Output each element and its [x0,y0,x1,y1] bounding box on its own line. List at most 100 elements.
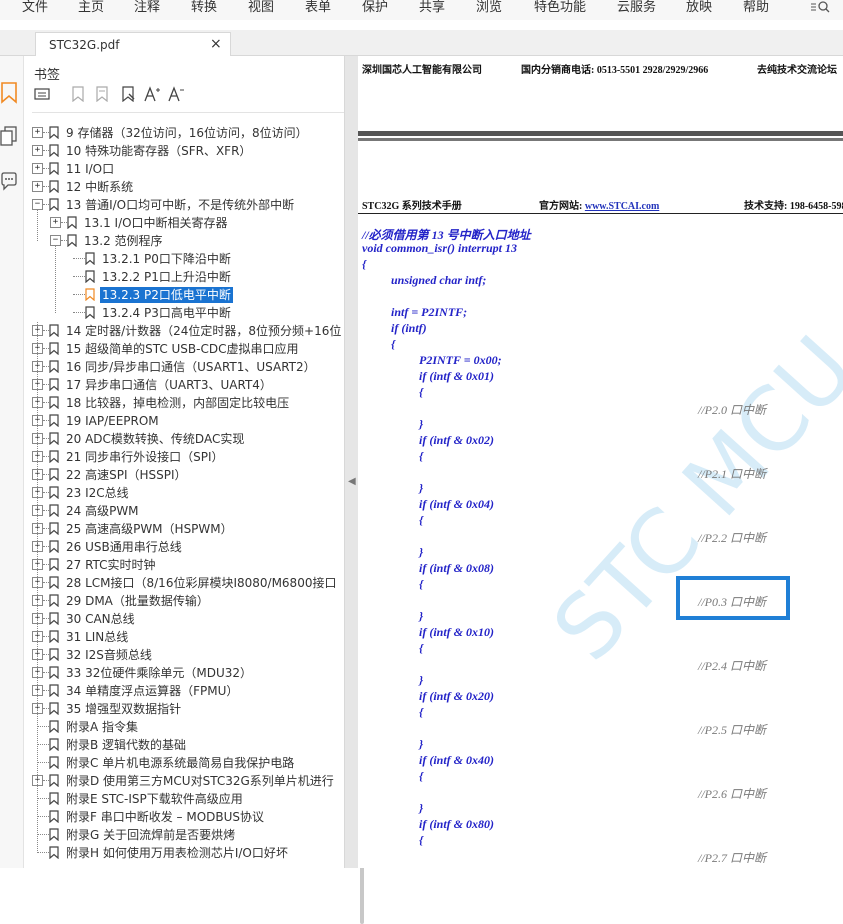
comments-panel-icon[interactable] [0,172,18,196]
bookmark-label: 27 RTC实时时钟 [66,558,156,572]
code-line: { [419,577,424,591]
menu-share[interactable]: 共享 [419,0,445,16]
menu-help[interactable]: 帮助 [743,0,769,16]
bookmark-toolbar [32,86,332,108]
bookmark-item[interactable]: +15 超级简单的STC USB-CDC虚拟串口应用 [24,340,344,358]
menu-browse[interactable]: 浏览 [476,0,502,16]
menu-file[interactable]: 文件 [22,0,48,16]
bookmark-item[interactable]: +31 LIN总线 [24,628,344,646]
bookmark-item[interactable]: +35 增强型双数据指针 [24,700,344,718]
bookmark-item[interactable]: +12 中断系统 [24,178,344,196]
bookmark-item[interactable]: 附录C 单片机电源系统最简易自我保护电路 [24,754,344,772]
expand-toggle-icon[interactable]: + [32,145,43,156]
bookmark-item[interactable]: +29 DMA（批量数据传输） [24,592,344,610]
left-toolbar [0,56,24,868]
bookmark-item[interactable]: 附录A 指令集 [24,718,344,736]
bookmark-panel-icon[interactable] [0,82,18,108]
code-comment: //P2.2 口中断 [698,531,766,545]
menu-features[interactable]: 特色功能 [534,0,586,16]
bookmark-label: 24 高级PWM [66,504,139,518]
bookmark-item[interactable]: +14 定时器/计数器（24位定时器，8位预分频+16位 [24,322,344,340]
bookmark-item[interactable]: +20 ADC模数转换、传统DAC实现 [24,430,344,448]
code-line: } [419,545,424,559]
menu-convert[interactable]: 转换 [191,0,217,16]
delete-bookmark-icon[interactable] [94,86,112,106]
bookmark-item[interactable]: +21 同步串行外设接口（SPI） [24,448,344,466]
code-line: } [419,609,424,623]
expand-toggle-icon[interactable]: + [32,127,43,138]
menu-slideshow[interactable]: 放映 [686,0,712,16]
pages-panel-icon[interactable] [0,126,18,150]
bookmark-item[interactable]: +9 存储器（32位访问，16位访问，8位访问） [24,124,344,142]
bookmark-item[interactable]: 附录G 关于回流焊前是否要烘烤 [24,826,344,844]
code-comment: //P2.0 口中断 [698,403,766,417]
menu-comment[interactable]: 注释 [134,0,160,16]
bookmark-item[interactable]: +19 IAP/EEPROM [24,412,344,430]
bookmark-item[interactable]: +28 LCM接口（8/16位彩屏模块I8080/M6800接口 [24,574,344,592]
bookmark-item[interactable]: +17 异步串口通信（UART3、UART4） [24,376,344,394]
menu-protect[interactable]: 保护 [362,0,388,16]
menu-view[interactable]: 视图 [248,0,274,16]
collapse-panel-icon[interactable]: ◀ [348,476,356,487]
add-bookmark-icon[interactable] [70,86,88,106]
document-tab-title: STC32G.pdf [49,38,120,52]
bookmark-item[interactable]: +30 CAN总线 [24,610,344,628]
bookmark-item[interactable]: +32 I2S音频总线 [24,646,344,664]
collapse-toggle-icon[interactable]: − [50,235,61,246]
bookmark-list-icon[interactable] [34,86,52,106]
bookmark-item[interactable]: +18 比较器，掉电检测，内部固定比较电压 [24,394,344,412]
bookmark-item[interactable]: +10 特殊功能寄存器（SFR、XFR） [24,142,344,160]
panel-divider[interactable]: ◀ [344,56,358,868]
bookmark-item[interactable]: − 13 普通I/O口均可中断，不是传统外部中断 [24,196,344,214]
code-line: if (intf & 0x01) [419,369,494,383]
bookmark-label: 23 I2C总线 [66,486,129,500]
bookmark-item[interactable]: +22 高速SPI（HSSPI） [24,466,344,484]
expand-toggle-icon[interactable]: + [50,217,61,228]
code-line: void common_isr() interrupt 13 [362,241,518,255]
search-menu-icon[interactable] [810,0,832,20]
bookmark-item[interactable]: − 13.2 范例程序 [24,232,344,250]
expand-font-icon[interactable] [144,86,162,106]
bookmark-icon [49,486,59,499]
bookmark-item[interactable]: +24 高级PWM [24,502,344,520]
close-tab-icon[interactable]: × [210,36,222,52]
tree-connector [37,834,49,835]
bookmark-label: 17 异步串口通信（UART3、UART4） [66,378,272,392]
code-comment: //P2.4 口中断 [698,659,766,673]
document-tab[interactable]: STC32G.pdf × [35,32,231,56]
shrink-font-icon[interactable] [168,86,186,106]
bookmark-item[interactable]: +16 同步/异步串口通信（USART1、USART2） [24,358,344,376]
bookmark-item[interactable]: 附录E STC-ISP下载软件高级应用 [24,790,344,808]
bookmark-item[interactable]: 13.2.4 P3口高电平中断 [24,304,344,322]
bookmark-item[interactable]: +34 单精度浮点运算器（FPMU） [24,682,344,700]
bookmark-item[interactable]: +27 RTC实时时钟 [24,556,344,574]
bookmark-icon [49,396,59,409]
bookmark-icon [67,216,77,229]
bookmark-item[interactable]: +23 I2C总线 [24,484,344,502]
bookmark-icon [49,378,59,391]
bookmark-item[interactable]: 附录B 逻辑代数的基础 [24,736,344,754]
bookmark-item[interactable]: 13.2.1 P0口下降沿中断 [24,250,344,268]
bookmark-item[interactable]: 附录H 如何使用万用表检测芯片I/O口好坏 [24,844,344,862]
bookmark-item[interactable]: 13.2.2 P1口上升沿中断 [24,268,344,286]
site-link[interactable]: www.STCAI.com [585,201,659,212]
bookmark-item[interactable]: +26 USB通用串行总线 [24,538,344,556]
code-line: if (intf & 0x08) [419,561,494,575]
code-line: if (intf & 0x40) [419,753,494,767]
expand-toggle-icon[interactable]: + [32,163,43,174]
bookmark-item[interactable]: 附录F 串口中断收发 – MODBUS协议 [24,808,344,826]
bookmark-item[interactable]: 13.2.3 P2口低电平中断 [24,286,344,304]
menu-home[interactable]: 主页 [78,0,104,16]
bookmark-item[interactable]: +13.1 I/O口中断相关寄存器 [24,214,344,232]
bookmark-item[interactable]: +33 32位硬件乘除单元（MDU32） [24,664,344,682]
bookmark-item[interactable]: +25 高速高级PWM（HSPWM） [24,520,344,538]
collapse-toggle-icon[interactable]: − [32,199,43,210]
goto-bookmark-icon[interactable] [120,86,138,106]
bookmark-label: 19 IAP/EEPROM [66,414,159,428]
bookmark-item[interactable]: +11 I/O口 [24,160,344,178]
bookmark-item[interactable]: + 附录D 使用第三方MCU对STC32G系列单片机进行 [24,772,344,790]
menu-form[interactable]: 表单 [305,0,331,16]
bookmark-label: 附录G 关于回流焊前是否要烘烤 [66,828,236,842]
expand-toggle-icon[interactable]: + [32,181,43,192]
menu-cloud[interactable]: 云服务 [617,0,656,16]
